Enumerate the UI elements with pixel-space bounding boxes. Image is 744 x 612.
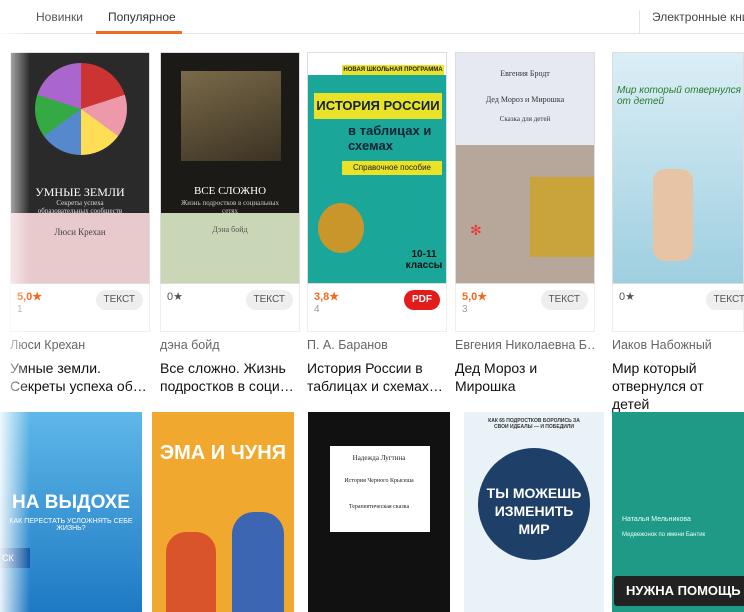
format-badge: PDF bbox=[404, 290, 440, 310]
cover-title: НА ВЫДОХЕ bbox=[12, 492, 130, 513]
book-cover[interactable]: Надежда Лугтина История Черного Крысеша … bbox=[308, 412, 450, 612]
eagle-emblem bbox=[318, 203, 364, 253]
cover-title: УМНЫЕ ЗЕМЛИ bbox=[35, 185, 125, 199]
rating: 0★ bbox=[167, 291, 183, 303]
book-title[interactable]: Умные земли. Секреты успеха об… bbox=[10, 359, 150, 395]
cover-title: Медвежонок по имени Бантик bbox=[622, 532, 706, 538]
cover-author: Дэна бойд bbox=[212, 225, 248, 234]
cover-title: ТЫ МОЖЕШЬ ИЗМЕНИТЬ МИР bbox=[486, 485, 582, 537]
cover-button: СК bbox=[0, 548, 30, 568]
rating-count: 4 bbox=[314, 304, 320, 315]
book-author[interactable]: дэна бойд bbox=[160, 338, 300, 352]
character-illustration bbox=[166, 532, 216, 612]
format-badge: ТЕКСТ bbox=[705, 290, 744, 310]
book-cover[interactable]: НА ВЫДОХЕ КАК ПЕРЕСТАТЬ УСЛОЖНЯТЬ СЕБЕ Ж… bbox=[0, 412, 142, 612]
book-author[interactable]: Евгения Николаевна Б… bbox=[455, 338, 595, 352]
cover-title: ВСЕ СЛОЖНО bbox=[193, 185, 267, 197]
rating-count: 3 bbox=[462, 304, 468, 315]
format-badge: ТЕКСТ bbox=[540, 290, 588, 310]
book-cover[interactable]: НОВАЯ ШКОЛЬНАЯ ПРОГРАММА ИСТОРИЯ РОССИИ … bbox=[307, 52, 447, 284]
photo-illustration bbox=[181, 71, 281, 161]
cover-title: История Черного Крысеша bbox=[344, 478, 414, 484]
active-tab-indicator bbox=[96, 31, 182, 34]
cover-title: Дед Мороз и Мирошка bbox=[485, 95, 565, 104]
cover-title: ЭМА И ЧУНЯ bbox=[159, 442, 287, 464]
book-cover[interactable]: ВСЕ СЛОЖНО Жизнь подростков в социальных… bbox=[160, 52, 300, 284]
format-badge: ТЕКСТ bbox=[245, 290, 293, 310]
book-title[interactable]: История России в таблицах и схемах… bbox=[307, 359, 447, 395]
rating: 5,0★ bbox=[462, 291, 488, 303]
children-illustration bbox=[653, 169, 693, 261]
cover-title: ИСТОРИЯ РОССИИ bbox=[314, 93, 442, 119]
book-author[interactable]: П. А. Баранов bbox=[307, 338, 447, 352]
rating: 3,8★ bbox=[314, 291, 340, 303]
cover-subtitle: КАК ПЕРЕСТАТЬ УСЛОЖНЯТЬ СЕБЕ ЖИЗНЬ? bbox=[9, 518, 133, 532]
cover-author: Люси Крехан bbox=[54, 227, 106, 237]
book-author[interactable]: Люси Крехан bbox=[10, 338, 150, 352]
help-button[interactable]: НУЖНА ПОМОЩЬ bbox=[614, 576, 744, 606]
book-cover[interactable]: Евгения Бродт Дед Мороз и Мирошка Сказка… bbox=[455, 52, 595, 284]
cover-subtitle: Справочное пособие bbox=[342, 161, 442, 175]
tab-new[interactable]: Новинки bbox=[36, 10, 83, 24]
gift-box-illustration bbox=[530, 177, 594, 257]
cover-author: Евгения Бродт bbox=[500, 69, 550, 78]
cover-title: Мир который отвернулся от детей bbox=[617, 85, 741, 107]
book-cover[interactable]: ЭМА И ЧУНЯ bbox=[152, 412, 294, 612]
cover-subtitle: Терапевтическая сказка bbox=[348, 504, 410, 510]
cover-subtitle: Секреты успеха образовательных сообществ bbox=[37, 199, 123, 215]
rating: 0★ bbox=[619, 291, 635, 303]
cover-subtitle: Жизнь подростков в социальных сетях bbox=[181, 199, 279, 215]
book-meta: 0★ ТЕКСТ bbox=[160, 284, 300, 332]
book-meta: 5,0★ 3 ТЕКСТ bbox=[455, 284, 595, 332]
top-navigation: Новинки Популярное Электронные книги bbox=[0, 0, 744, 34]
book-title[interactable]: Все сложно. Жизнь подростков в соци… bbox=[160, 359, 300, 395]
book-cover[interactable]: КАК 65 ПОДРОСТКОВ БОРОЛИСЬ ЗА СВОИ ИДЕАЛ… bbox=[464, 412, 604, 612]
cover-series: КАК 65 ПОДРОСТКОВ БОРОЛИСЬ ЗА СВОИ ИДЕАЛ… bbox=[488, 418, 580, 430]
cover-series: НОВАЯ ШКОЛЬНАЯ ПРОГРАММА bbox=[342, 65, 444, 75]
tab-popular[interactable]: Популярное bbox=[108, 10, 176, 24]
snowflake-icon: ✻ bbox=[470, 222, 482, 238]
book-meta: 0★ ТЕКСТ bbox=[612, 284, 744, 332]
character-illustration bbox=[232, 512, 284, 612]
cover-subtitle: Сказка для детей bbox=[499, 115, 551, 123]
book-meta: 3,8★ 4 PDF bbox=[307, 284, 447, 332]
book-cover[interactable]: Мир который отвернулся от детей bbox=[612, 52, 744, 284]
book-cover[interactable]: УМНЫЕ ЗЕМЛИ Секреты успеха образовательн… bbox=[10, 52, 150, 284]
cover-author: Наталья Мельникова bbox=[622, 516, 691, 523]
book-title[interactable]: Дед Мороз и Мирошка bbox=[455, 359, 595, 395]
rating: 5,0★ bbox=[17, 291, 43, 303]
book-author[interactable]: Иаков Набожный bbox=[612, 338, 744, 352]
nav-ebooks-link[interactable]: Электронные книги bbox=[639, 10, 744, 34]
cover-title-2: в таблицах и схемах bbox=[348, 123, 432, 153]
book-title[interactable]: Мир который отвернулся от детей bbox=[612, 359, 744, 413]
cover-grade: 10-11 классы bbox=[405, 249, 443, 271]
book-meta: 5,0★ 1 ТЕКСТ bbox=[10, 284, 150, 332]
format-badge: ТЕКСТ bbox=[95, 290, 143, 310]
rating-count: 1 bbox=[17, 304, 23, 315]
cover-author: Надежда Лугтина bbox=[352, 454, 406, 462]
collage-illustration bbox=[35, 63, 127, 155]
